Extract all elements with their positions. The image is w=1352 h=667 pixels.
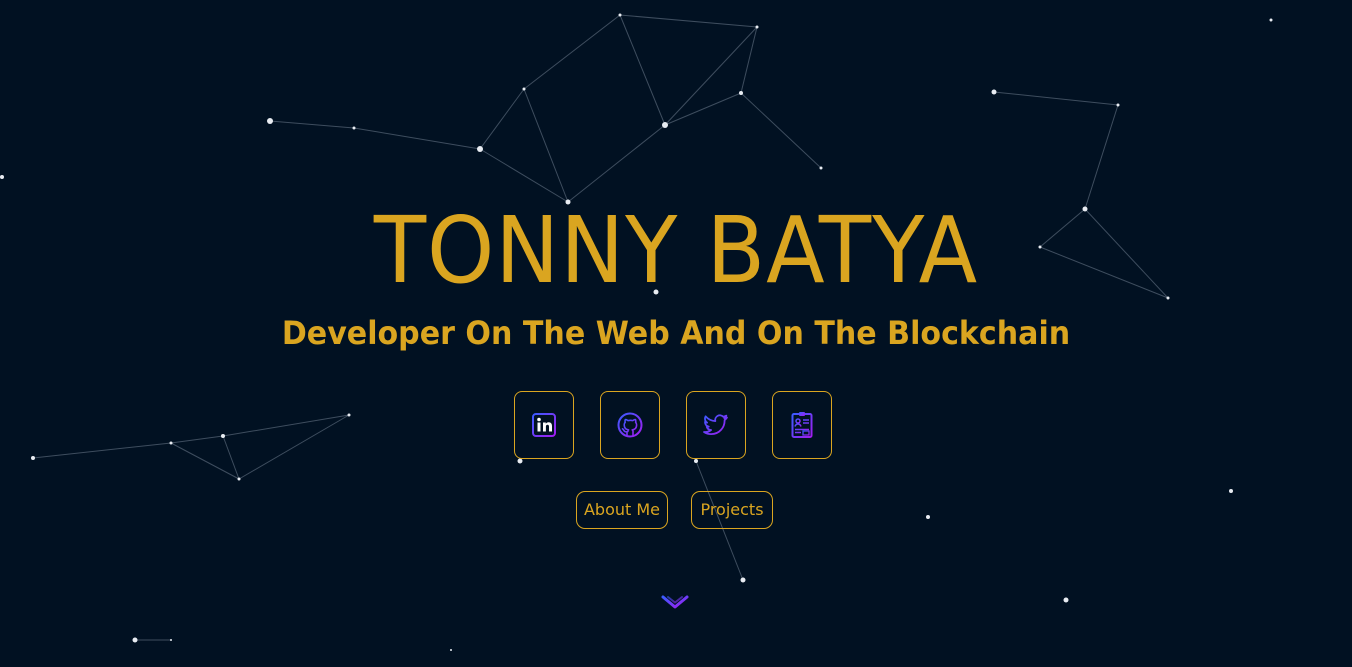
linkedin-icon <box>532 413 556 437</box>
social-links <box>514 391 836 461</box>
linkedin-link[interactable] <box>514 391 574 459</box>
resume-icon <box>791 412 813 438</box>
github-icon <box>617 412 643 438</box>
hero-section: TONNY BATYA Developer On The Web And On … <box>0 0 1352 667</box>
twitter-link[interactable] <box>686 391 746 459</box>
twitter-icon <box>703 414 728 435</box>
chevron-down-icon[interactable] <box>661 593 689 611</box>
projects-button[interactable]: Projects <box>691 491 773 529</box>
hero-tagline: Developer On The Web And On The Blockcha… <box>281 314 1071 352</box>
github-link[interactable] <box>600 391 660 459</box>
about-me-button[interactable]: About Me <box>576 491 668 529</box>
hero-name: TONNY BATYA <box>373 197 979 304</box>
resume-link[interactable] <box>772 391 832 459</box>
